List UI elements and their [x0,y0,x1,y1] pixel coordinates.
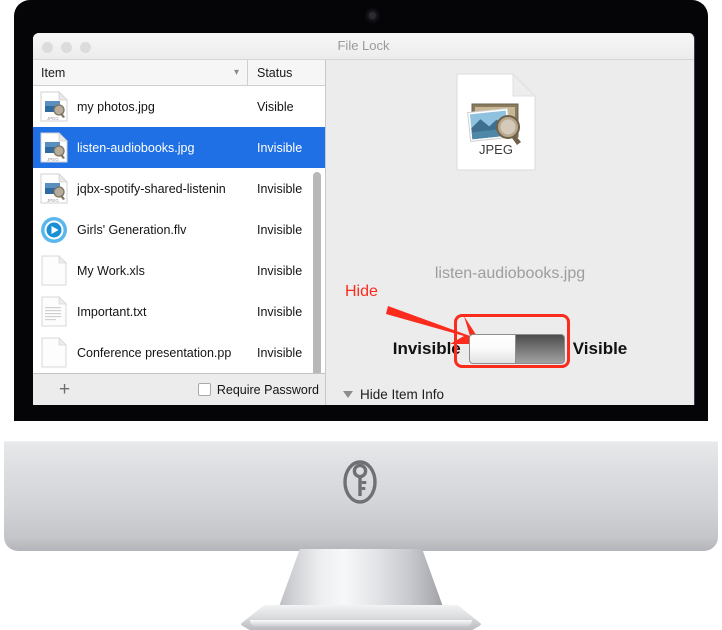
key-in-oval-logo-icon [343,460,377,504]
jpeg-file-preview-icon: JPEG [456,72,537,171]
window-body: Item ▾ Status JPEG my photos.jpg Visible JP… [33,60,694,405]
row-file-name: My Work.xls [77,263,145,278]
file-list-pane: Item ▾ Status JPEG my photos.jpg Visible JP… [33,60,326,405]
toggle-track[interactable] [515,335,564,363]
blank-document-icon [40,255,68,286]
file-lock-window: File Lock Item ▾ Status JPEG my photos.jp… [33,33,695,405]
disclosure-triangle-down-icon[interactable] [343,391,353,398]
list-scrollbar[interactable] [313,172,321,384]
row-status-badge: Visible [257,99,294,114]
require-password-control[interactable]: Require Password [197,382,319,397]
table-row[interactable]: My Work.xls Invisible [33,250,325,291]
column-header-status-label: Status [257,65,293,80]
table-row[interactable]: JPEG jqbx-spotify-shared-listenin Invisibl… [33,168,325,209]
webcam-dot-icon [369,12,376,19]
window-titlebar: File Lock [33,33,694,60]
column-header-item-label: Item [41,65,66,80]
row-file-name: my photos.jpg [77,99,155,114]
table-row[interactable]: Girls' Generation.flv Invisible [33,209,325,250]
row-file-name: Conference presentation.pp [77,345,232,360]
hide-item-info-disclosure[interactable]: Hide Item Info [343,387,444,402]
svg-text:JPEG: JPEG [47,116,59,121]
chin-highlight-line [4,441,718,443]
chevron-down-icon[interactable]: ▾ [234,66,239,77]
blank-document-icon [40,337,68,368]
file-list-rows[interactable]: JPEG my photos.jpg Visible JPEG listen-audio… [33,86,325,373]
jpeg-file-icon: JPEG [40,173,68,204]
toggle-label-visible: Visible [572,339,628,358]
item-detail-pane: JPEG listen-audiobooks.jpg Hide Invisibl… [326,60,694,405]
toggle-label-invisible: Invisible [392,339,461,358]
add-item-button[interactable]: + [59,380,70,399]
hide-item-info-label: Hide Item Info [360,387,445,402]
row-file-name: Girls' Generation.flv [77,222,187,237]
table-row[interactable]: JPEG listen-audiobooks.jpg Invisible [33,127,325,168]
annotation-hide-label: Hide [345,283,378,300]
row-status-badge: Invisible [257,140,303,155]
jpeg-file-icon: JPEG [40,132,68,163]
monitor-stand-base-shine [250,620,472,627]
detail-file-name: listen-audiobooks.jpg [434,265,586,282]
require-password-label: Require Password [216,382,319,397]
row-file-name: listen-audiobooks.jpg [77,140,195,155]
table-row[interactable]: JPEG my photos.jpg Visible [33,86,325,127]
visibility-toggle-row: Invisible Visible [326,334,694,364]
text-document-icon [40,296,68,327]
list-footer-toolbar: + Require Password [33,373,325,405]
svg-text:JPEG: JPEG [47,198,59,203]
table-row[interactable]: Conference presentation.pp Invisible [33,332,325,373]
visibility-toggle-switch[interactable] [468,334,565,364]
toggle-knob[interactable] [469,335,516,363]
jpeg-file-icon: JPEG [40,91,68,122]
row-file-name: Important.txt [77,304,147,319]
list-column-headers: Item ▾ Status [33,60,325,86]
row-file-name: jqbx-spotify-shared-listenin [77,181,226,196]
video-file-icon [40,214,68,245]
window-title: File Lock [337,38,390,53]
table-row[interactable]: Important.txt Invisible [33,291,325,332]
screenshot-root: File Lock Item ▾ Status JPEG my photos.jp… [0,0,722,630]
column-header-status[interactable]: Status [248,60,325,85]
column-header-item[interactable]: Item ▾ [33,60,248,85]
file-type-badge-label: JPEG [479,142,513,157]
require-password-checkbox[interactable] [197,383,211,396]
svg-text:JPEG: JPEG [47,157,59,162]
